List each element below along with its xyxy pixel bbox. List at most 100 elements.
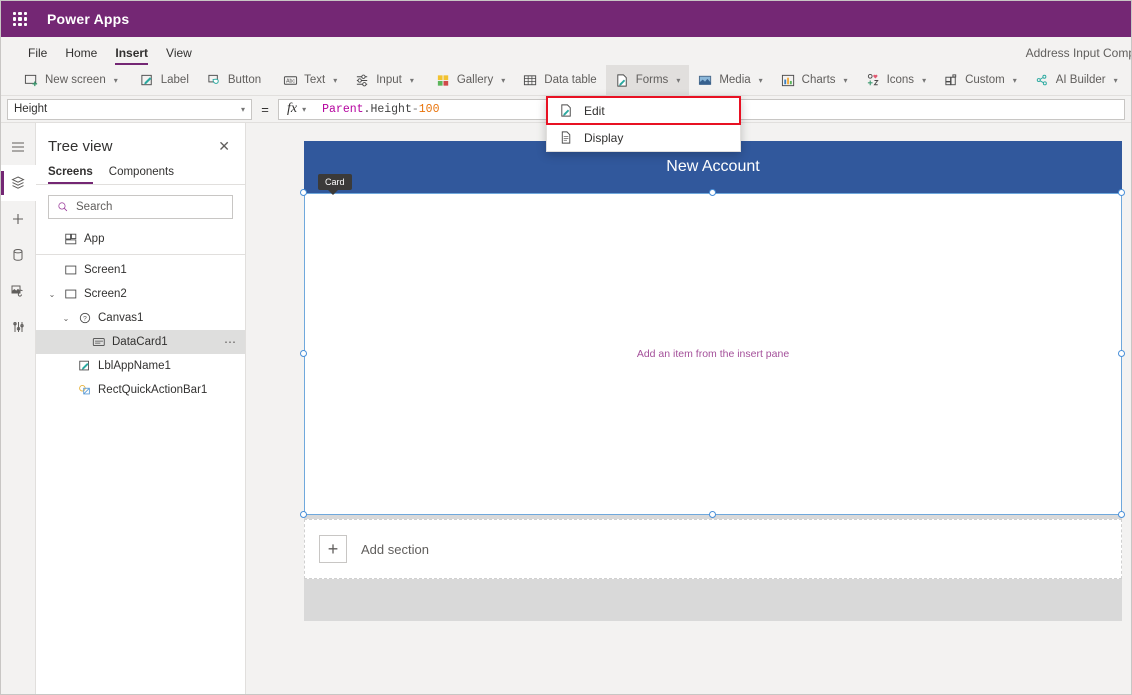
tree-node-label: App <box>84 233 105 245</box>
rectangle-icon <box>79 385 90 395</box>
rail-menu-button[interactable] <box>1 129 36 165</box>
chevron-down-icon: ▾ <box>409 75 414 85</box>
screen-icon <box>65 289 77 299</box>
chevron-down-icon[interactable]: ⌄ <box>46 290 58 299</box>
tree-node-rectquickactionbar1[interactable]: RectQuickActionBar1 <box>36 378 245 402</box>
rail-tree-view-button[interactable] <box>1 165 36 201</box>
selection-handle-ml[interactable] <box>300 350 307 357</box>
tree-view-title: Tree view <box>48 137 113 155</box>
menu-file[interactable]: File <box>19 43 56 65</box>
forms-dropdown-menu: Edit Display <box>546 96 741 152</box>
formula-token-parent: Parent <box>322 102 364 116</box>
tree-node-datacard1[interactable]: DataCard1 ⋯ <box>36 330 245 354</box>
gallery-button[interactable]: Gallery ▾ <box>427 65 514 96</box>
chevron-down-icon: ▾ <box>113 75 118 85</box>
icons-button[interactable]: Icons ▾ <box>857 65 936 96</box>
app-stage: New Account Card Add an item from the in… <box>300 141 1125 621</box>
add-section-label: Add section <box>361 541 429 557</box>
tab-components[interactable]: Components <box>109 163 174 184</box>
forms-menu-edit[interactable]: Edit <box>546 96 741 125</box>
tab-screens[interactable]: Screens <box>48 163 93 184</box>
menu-view[interactable]: View <box>157 43 201 65</box>
media-icon <box>698 73 713 88</box>
rail-media-button[interactable] <box>1 273 36 309</box>
formula-token-operator: - <box>411 102 419 116</box>
mixed-reality-button[interactable]: Mixed Reality ▾ <box>1127 65 1131 96</box>
tree-node-canvas1[interactable]: ⌄ ? Canvas1 <box>36 306 245 330</box>
media-library-icon <box>11 285 23 297</box>
rail-insert-button[interactable] <box>1 201 36 237</box>
tree-node-more-icon[interactable]: ⋯ <box>224 335 237 349</box>
ribbon-toolbar: New screen ▾ Label Button Abc Text ▾ Inp… <box>1 64 1131 96</box>
chevron-down-icon: ▾ <box>922 75 927 85</box>
tree-node-screen1[interactable]: Screen1 <box>36 258 245 282</box>
display-form-icon <box>559 130 574 145</box>
add-section-row[interactable]: + Add section <box>304 519 1122 579</box>
add-section-plus-icon[interactable]: + <box>319 535 347 563</box>
ai-builder-icon <box>1035 73 1050 88</box>
tree-node-screen2[interactable]: ⌄ Screen2 <box>36 282 245 306</box>
menu-insert[interactable]: Insert <box>106 43 157 65</box>
rail-data-button[interactable] <box>1 237 36 273</box>
tree-view-panel: Tree view ✕ Screens Components App <box>36 123 246 694</box>
chevron-down-icon[interactable]: ⌄ <box>60 314 72 323</box>
rail-advanced-tools-button[interactable] <box>1 309 36 345</box>
text-button[interactable]: Abc Text ▾ <box>274 65 346 96</box>
workspace: Tree view ✕ Screens Components App <box>1 123 1131 694</box>
custom-button[interactable]: Custom ▾ <box>935 65 1026 96</box>
tree-node-lblappname1[interactable]: LblAppName1 <box>36 354 245 378</box>
selection-handle-tr[interactable] <box>1118 189 1125 196</box>
chevron-down-icon: ▾ <box>1012 75 1017 85</box>
equals-sign: = <box>261 101 269 117</box>
tree-node-label: LblAppName1 <box>98 360 171 372</box>
new-screen-icon <box>24 73 39 88</box>
selection-handle-mr[interactable] <box>1118 350 1125 357</box>
chevron-down-icon: ▾ <box>240 104 245 114</box>
close-icon[interactable]: ✕ <box>215 137 233 155</box>
button-button[interactable]: Button <box>198 65 270 96</box>
selection-handle-bm[interactable] <box>709 511 716 518</box>
input-button[interactable]: Input ▾ <box>346 65 423 96</box>
new-screen-button[interactable]: New screen ▾ <box>15 65 127 96</box>
input-icon <box>355 73 370 88</box>
media-button[interactable]: Media ▾ <box>689 65 771 96</box>
tree-node-app[interactable]: App <box>36 227 245 251</box>
ai-builder-button[interactable]: AI Builder ▾ <box>1026 65 1127 96</box>
chevron-down-icon: ▾ <box>333 75 338 85</box>
ai-builder-label: AI Builder <box>1055 74 1106 86</box>
forms-menu-display[interactable]: Display <box>547 124 740 151</box>
chevron-down-icon: ▾ <box>302 104 307 114</box>
property-selector[interactable]: Height ▾ <box>7 98 252 120</box>
label-button[interactable]: Label <box>131 65 198 96</box>
input-label: Input <box>376 74 402 86</box>
button-icon <box>207 73 222 88</box>
tree-view-tabs: Screens Components <box>36 163 245 185</box>
selection-handle-br[interactable] <box>1118 511 1125 518</box>
search-box[interactable] <box>48 195 233 219</box>
data-icon <box>13 248 23 261</box>
icons-label: Icons <box>886 74 915 86</box>
text-icon: Abc <box>283 73 298 88</box>
selection-handle-bl[interactable] <box>300 511 307 518</box>
search-input[interactable] <box>76 201 224 213</box>
app-launcher-icon[interactable] <box>11 10 29 28</box>
charts-button[interactable]: Charts ▾ <box>772 65 857 96</box>
datacard-icon <box>92 338 105 346</box>
data-table-button[interactable]: Data table <box>514 65 605 96</box>
selection-handle-tm[interactable] <box>709 189 716 196</box>
card-tooltip: Card <box>318 174 352 195</box>
canvas-area[interactable]: New Account Card Add an item from the in… <box>246 123 1131 694</box>
screen-icon <box>65 265 77 275</box>
menu-home[interactable]: Home <box>56 43 106 65</box>
tree-node-label: DataCard1 <box>112 336 168 348</box>
data-card-body[interactable]: Add an item from the insert pane <box>304 193 1122 515</box>
fx-button[interactable]: fx ▾ <box>278 98 315 120</box>
forms-button[interactable]: Forms ▾ <box>605 64 690 96</box>
selection-handle-tl[interactable] <box>300 189 307 196</box>
title-bar: Power Apps <box>1 1 1131 37</box>
svg-text:Abc: Abc <box>286 78 295 84</box>
app-title: Power Apps <box>47 11 130 27</box>
charts-label: Charts <box>801 74 836 86</box>
card-empty-hint: Add an item from the insert pane <box>636 348 790 360</box>
menu-bar: File Home Insert View Address Input Comp <box>1 37 1131 65</box>
